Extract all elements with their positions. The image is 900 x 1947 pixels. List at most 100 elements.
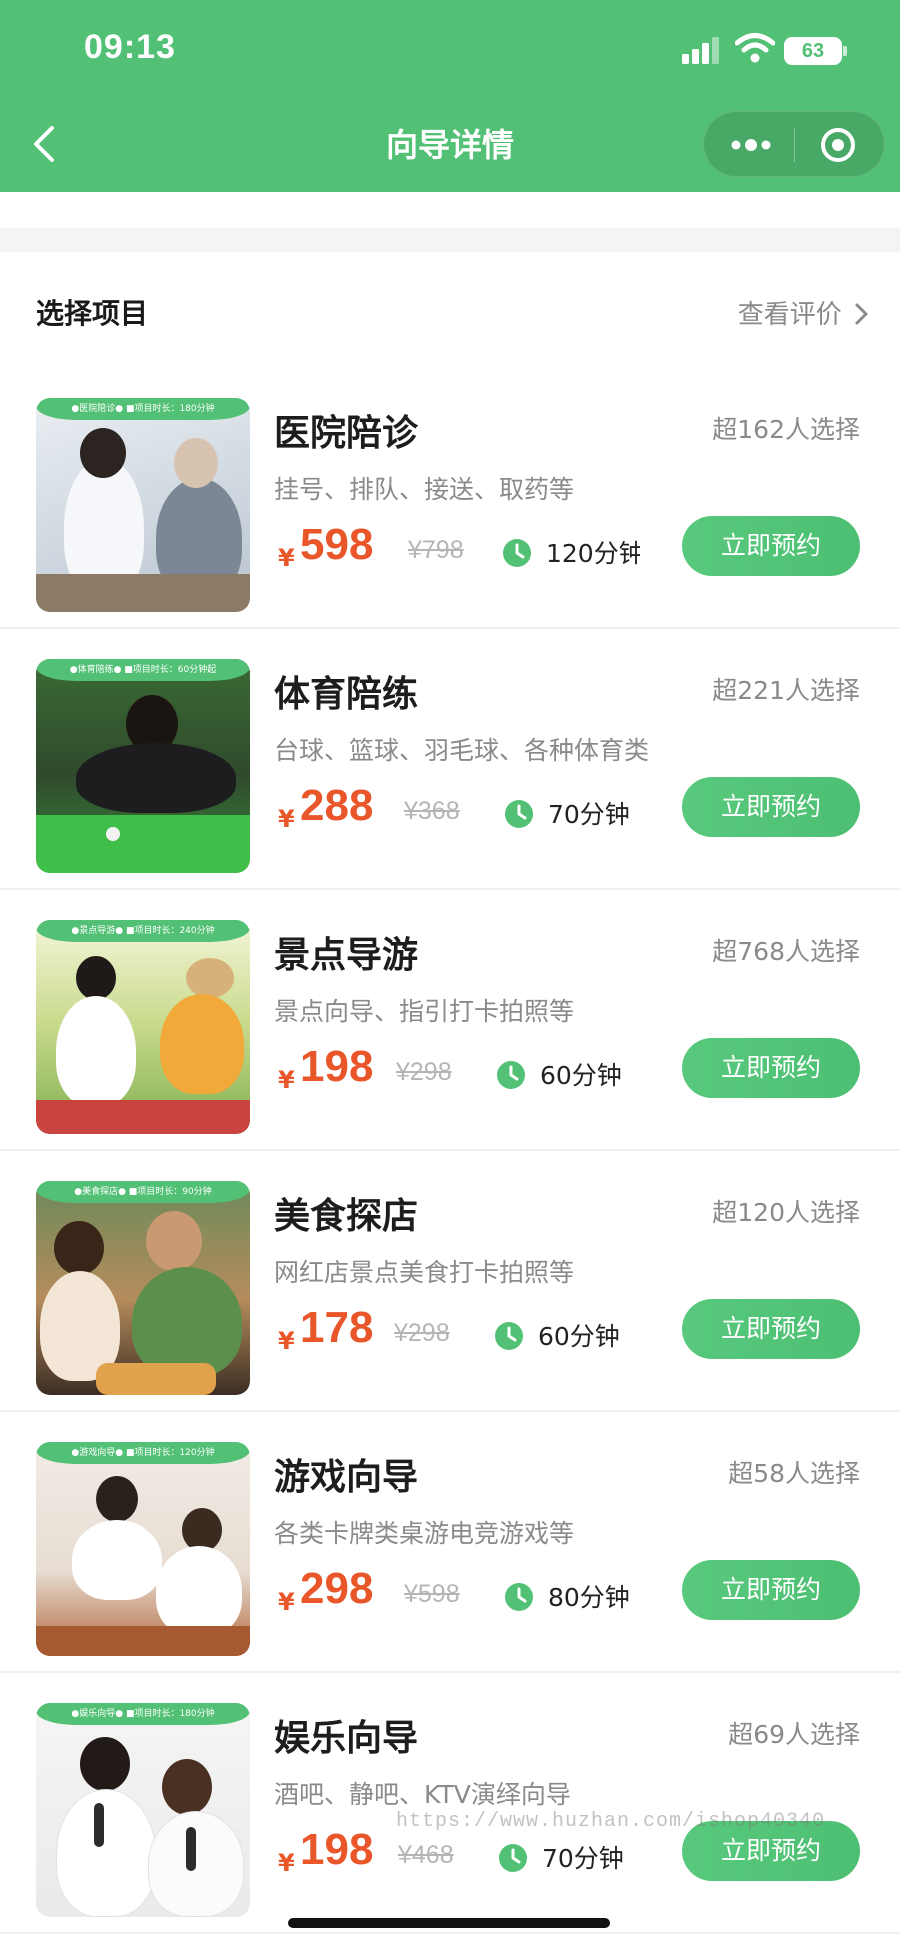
book-now-button[interactable]: 立即预约 (682, 777, 860, 837)
section-title: 选择项目 (36, 297, 149, 330)
photo-banner: ●美食探店● ■项目时长：90分钟 (36, 1181, 250, 1203)
item-photo: ●体育陪练● ■项目时长：60分钟起 (36, 659, 250, 873)
photo-banner: ●景点导游● ■项目时长：240分钟 (36, 920, 250, 942)
section-divider (0, 228, 900, 252)
item-desc: 台球、篮球、羽毛球、各种体育类 (274, 736, 650, 765)
header-bar: 09:13 63 向导详情 (0, 0, 900, 192)
price-value: 198 (300, 1825, 374, 1874)
original-price: ¥298 (394, 1319, 450, 1347)
item-photo: ●医院陪诊● ■项目时长：180分钟 (36, 398, 250, 612)
price-currency: ¥ (278, 1849, 295, 1877)
book-now-button[interactable]: 立即预约 (682, 516, 860, 576)
item-count: 超221人选择 (712, 676, 860, 705)
item-title: 医院陪诊 (274, 413, 419, 454)
duration-text: 70分钟 (548, 800, 630, 829)
item-title: 游戏向导 (274, 1457, 419, 1498)
photo-figure (76, 743, 236, 813)
photo-banner: ●医院陪诊● ■项目时长：180分钟 (36, 398, 250, 420)
clock-icon (503, 539, 531, 567)
item-photo: ●美食探店● ■项目时长：90分钟 (36, 1181, 250, 1395)
original-price: ¥468 (398, 1841, 454, 1869)
price-value: 298 (300, 1564, 374, 1613)
price-value: 288 (300, 781, 374, 830)
book-now-button[interactable]: 立即预约 (682, 1560, 860, 1620)
original-price: ¥298 (396, 1058, 452, 1086)
clock-icon (505, 800, 533, 828)
duration-text: 80分钟 (548, 1583, 630, 1612)
list-item[interactable]: ●医院陪诊● ■项目时长：180分钟 医院陪诊 超162人选择 挂号、排队、接送… (0, 368, 900, 629)
item-count: 超162人选择 (712, 415, 860, 444)
duration-text: 60分钟 (540, 1061, 622, 1090)
original-price: ¥368 (404, 797, 460, 825)
item-count: 超768人选择 (712, 937, 860, 966)
price-currency: ¥ (278, 805, 295, 833)
item-desc: 挂号、排队、接送、取药等 (274, 475, 575, 504)
price-currency: ¥ (278, 1588, 295, 1616)
list-item[interactable]: ●体育陪练● ■项目时长：60分钟起 体育陪练 超221人选择 台球、篮球、羽毛… (0, 629, 900, 890)
battery-indicator: 63 (784, 37, 842, 65)
home-indicator[interactable] (288, 1918, 610, 1928)
photo-ball (106, 827, 120, 841)
mini-program-capsule (703, 111, 885, 177)
list-item[interactable]: ●游戏向导● ■项目时长：120分钟 游戏向导 超58人选择 各类卡牌类桌游电竞… (0, 1412, 900, 1673)
item-count: 超120人选择 (712, 1198, 860, 1227)
clock-icon (505, 1583, 533, 1611)
list-item[interactable]: ●美食探店● ■项目时长：90分钟 美食探店 超120人选择 网红店景点美食打卡… (0, 1151, 900, 1412)
photo-floor (36, 1626, 250, 1656)
item-desc: 网红店景点美食打卡拍照等 (274, 1258, 575, 1287)
chevron-right-icon (855, 303, 868, 325)
list-item[interactable]: ●景点导游● ■项目时长：240分钟 景点导游 超768人选择 景点向导、指引打… (0, 890, 900, 1151)
photo-table (36, 815, 250, 873)
capsule-divider (794, 128, 795, 162)
photo-figure (76, 956, 116, 1000)
item-photo: ●景点导游● ■项目时长：240分钟 (36, 920, 250, 1134)
more-dots-icon[interactable] (729, 136, 773, 154)
clock-icon (499, 1844, 527, 1872)
original-price: ¥798 (408, 536, 464, 564)
item-desc: 景点向导、指引打卡拍照等 (274, 997, 575, 1026)
book-now-button[interactable]: 立即预约 (682, 1038, 860, 1098)
item-count: 超58人选择 (728, 1459, 860, 1488)
signal-icon (682, 37, 719, 64)
photo-food (96, 1363, 216, 1395)
duration-text: 120分钟 (546, 539, 640, 568)
photo-figure (162, 1759, 212, 1815)
price-currency: ¥ (278, 544, 295, 572)
photo-banner: ●体育陪练● ■项目时长：60分钟起 (36, 659, 250, 681)
photo-figure (56, 1789, 156, 1917)
photo-banner: ●娱乐向导● ■项目时长：180分钟 (36, 1703, 250, 1725)
item-title: 美食探店 (274, 1196, 419, 1237)
view-reviews-label: 查看评价 (737, 300, 842, 330)
photo-microphone (94, 1803, 104, 1847)
photo-figure (96, 1476, 138, 1522)
duration-text: 70分钟 (542, 1844, 624, 1873)
photo-figure (148, 1811, 244, 1917)
photo-figure (72, 1520, 162, 1600)
photo-figure (174, 438, 218, 488)
book-now-button[interactable]: 立即预约 (682, 1299, 860, 1359)
wifi-icon (735, 33, 775, 63)
status-time: 09:13 (84, 28, 176, 66)
photo-figure (80, 1737, 130, 1791)
list-item[interactable]: ●娱乐向导● ■项目时长：180分钟 娱乐向导 超69人选择 酒吧、静吧、KTV… (0, 1673, 900, 1934)
price-value: 198 (300, 1042, 374, 1091)
photo-figure (186, 958, 234, 998)
item-count: 超69人选择 (728, 1720, 860, 1749)
watermark-text: https://www.huzhan.com/ishop40340 (396, 1810, 826, 1833)
duration-text: 60分钟 (538, 1322, 620, 1351)
photo-desk (36, 574, 250, 612)
view-reviews-link[interactable]: 查看评价 (738, 294, 870, 331)
item-title: 景点导游 (274, 935, 419, 976)
original-price: ¥598 (404, 1580, 460, 1608)
item-desc: 酒吧、静吧、KTV演绎向导 (274, 1780, 571, 1809)
price-value: 178 (300, 1303, 374, 1352)
item-photo: ●娱乐向导● ■项目时长：180分钟 (36, 1703, 250, 1917)
photo-blanket (36, 1100, 250, 1134)
photo-figure (56, 996, 136, 1106)
item-desc: 各类卡牌类桌游电竞游戏等 (274, 1519, 575, 1548)
close-target-icon[interactable] (820, 127, 856, 163)
item-photo: ●游戏向导● ■项目时长：120分钟 (36, 1442, 250, 1656)
photo-microphone (186, 1827, 196, 1871)
photo-figure (160, 994, 244, 1094)
clock-icon (497, 1061, 525, 1089)
